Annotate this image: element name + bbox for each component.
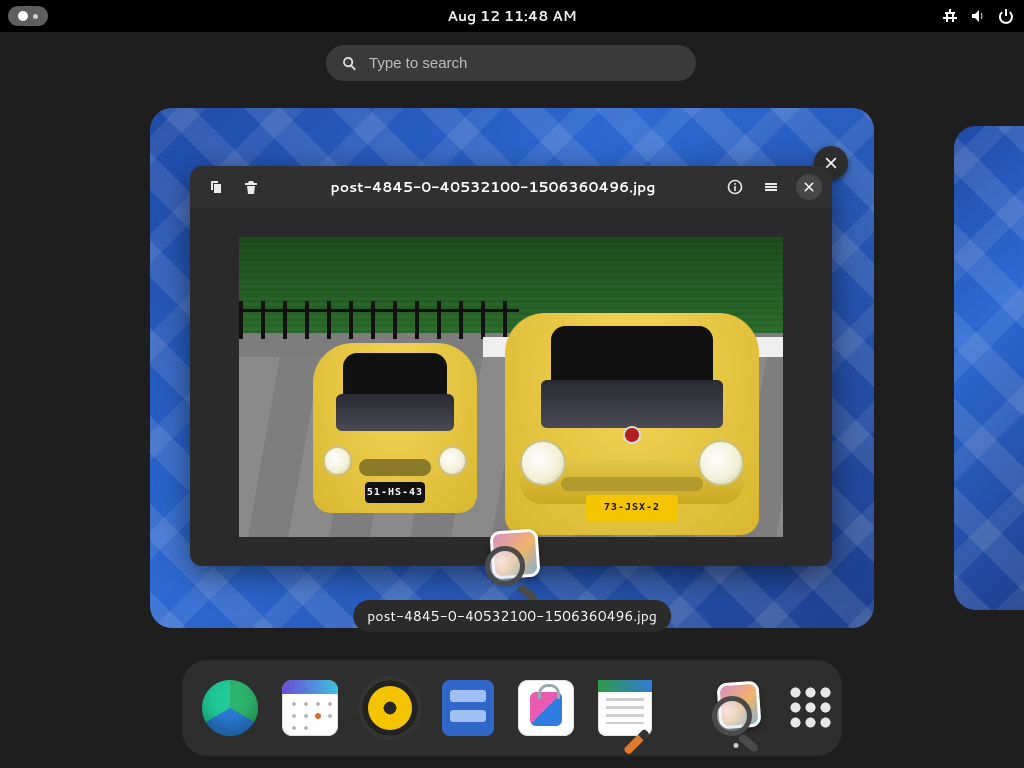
photo-content: 51-HS-43 73-JSX-2 bbox=[239, 237, 783, 537]
car-right: 73-JSX-2 bbox=[505, 313, 759, 535]
properties-button[interactable] bbox=[720, 172, 750, 202]
image-viewer-icon bbox=[481, 526, 543, 588]
car-left: 51-HS-43 bbox=[313, 343, 477, 513]
dash-app-software[interactable] bbox=[518, 678, 574, 738]
window-app-icon bbox=[481, 526, 543, 588]
window-caption: post-4845-0-40532100-1506360496.jpg bbox=[353, 600, 671, 632]
window-close-button[interactable] bbox=[796, 174, 822, 200]
copy-icon bbox=[207, 179, 223, 195]
web-browser-icon bbox=[202, 680, 258, 736]
dash-app-music[interactable] bbox=[362, 678, 418, 738]
system-status-area[interactable] bbox=[942, 0, 1014, 32]
workspace-thumbnail[interactable]: post-4845-0-40532100-1506360496.jpg bbox=[150, 108, 874, 628]
trash-button[interactable] bbox=[236, 172, 266, 202]
image-canvas[interactable]: 51-HS-43 73-JSX-2 bbox=[190, 208, 832, 566]
app-grid-icon bbox=[788, 685, 834, 731]
dash-app-files[interactable] bbox=[442, 678, 494, 738]
search-icon bbox=[342, 56, 357, 71]
info-icon bbox=[727, 179, 743, 195]
overview-search[interactable] bbox=[326, 45, 696, 81]
network-icon bbox=[942, 8, 958, 24]
dash-app-web[interactable] bbox=[202, 678, 258, 738]
calendar-icon bbox=[282, 680, 338, 736]
search-input[interactable] bbox=[369, 55, 680, 72]
image-viewer-window[interactable]: post-4845-0-40532100-1506360496.jpg bbox=[190, 166, 832, 566]
text-editor-icon bbox=[598, 680, 652, 736]
copy-button[interactable] bbox=[200, 172, 230, 202]
top-bar: Aug 12 11:48 AM bbox=[0, 0, 1024, 32]
menu-button[interactable] bbox=[756, 172, 786, 202]
trash-icon bbox=[243, 179, 259, 195]
music-icon bbox=[362, 680, 418, 736]
hamburger-icon bbox=[763, 179, 779, 195]
window-title: post-4845-0-40532100-1506360496.jpg bbox=[272, 177, 714, 197]
dash-show-apps[interactable] bbox=[788, 678, 834, 738]
volume-icon bbox=[970, 8, 986, 24]
power-icon bbox=[998, 8, 1014, 24]
dash-app-calendar[interactable] bbox=[282, 678, 338, 738]
license-plate-left: 51-HS-43 bbox=[365, 482, 424, 502]
activities-button[interactable] bbox=[8, 6, 48, 26]
software-icon bbox=[518, 680, 574, 736]
license-plate-right: 73-JSX-2 bbox=[586, 495, 677, 522]
dash-app-image-viewer[interactable] bbox=[708, 678, 764, 738]
window-titlebar: post-4845-0-40532100-1506360496.jpg bbox=[190, 166, 832, 208]
clock[interactable]: Aug 12 11:48 AM bbox=[447, 6, 576, 26]
dash-app-text-editor[interactable] bbox=[598, 678, 652, 738]
files-icon bbox=[442, 680, 494, 736]
image-viewer-icon bbox=[708, 680, 764, 736]
close-icon bbox=[803, 181, 815, 193]
workspace-thumbnail-next[interactable] bbox=[954, 126, 1024, 610]
dash bbox=[182, 660, 842, 756]
